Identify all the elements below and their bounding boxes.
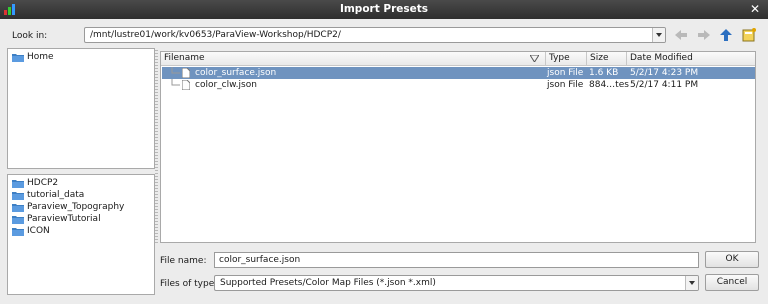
column-header-size[interactable]: Size xyxy=(587,52,627,66)
file-type-value: Supported Presets/Color Map Files (*.jso… xyxy=(220,278,436,288)
recent-folders-panel: HDCP2 tutorial_data Paraview_Topography Par… xyxy=(7,174,155,295)
column-header-type-label: Type xyxy=(549,53,570,63)
chevron-down-icon[interactable] xyxy=(652,28,665,42)
cancel-button[interactable]: Cancel xyxy=(705,274,759,291)
title-bar: Import Presets ✕ xyxy=(0,0,768,19)
file-name-value: color_surface.json xyxy=(219,255,301,265)
folder-icon xyxy=(12,54,24,62)
file-name-input[interactable]: color_surface.json xyxy=(214,252,699,268)
file-type-select[interactable]: Supported Presets/Color Map Files (*.jso… xyxy=(214,275,699,291)
back-arrow-icon[interactable] xyxy=(673,27,689,43)
document-icon xyxy=(182,68,190,78)
sort-indicator-icon xyxy=(530,55,539,62)
file-name-cell: color_clw.json xyxy=(195,80,257,90)
new-folder-icon[interactable] xyxy=(741,27,757,43)
column-header-filename-label: Filename xyxy=(164,53,205,63)
splitter-handle[interactable] xyxy=(155,48,158,243)
recent-folder-item-label: Paraview_Topography xyxy=(27,202,125,212)
recent-folder-item-label: ICON xyxy=(27,226,50,236)
file-date-cell: 5/2/17 4:23 PM xyxy=(630,68,699,78)
file-type-label: Files of type: xyxy=(160,279,218,289)
chevron-down-icon[interactable] xyxy=(685,276,698,290)
column-header-filename[interactable]: Filename xyxy=(161,52,546,66)
column-header-date-label: Date Modified xyxy=(630,53,693,63)
file-list: Filename Type Size Date Modified color_s… xyxy=(160,51,756,243)
look-in-label: Look in: xyxy=(12,31,48,41)
folder-icon xyxy=(12,216,24,224)
file-size-cell: 1.6 KB xyxy=(589,68,619,78)
ok-button[interactable]: OK xyxy=(705,251,759,268)
recent-folder-item-label: tutorial_data xyxy=(27,190,85,200)
window-title: Import Presets xyxy=(339,3,429,15)
column-header-date[interactable]: Date Modified xyxy=(627,52,755,66)
file-type-cell: json File xyxy=(547,68,584,78)
folder-icon xyxy=(12,192,24,200)
look-in-path: /mnt/lustre01/work/kv0653/ParaView-Works… xyxy=(90,30,341,40)
column-header-size-label: Size xyxy=(590,53,609,63)
column-header-type[interactable]: Type xyxy=(546,52,587,66)
file-size-cell: 884…tes xyxy=(589,80,629,90)
recent-folder-item-label: ParaviewTutorial xyxy=(27,214,101,224)
folder-icon xyxy=(12,204,24,212)
tree-line-icon xyxy=(171,67,180,74)
forward-arrow-icon[interactable] xyxy=(696,27,712,43)
file-name-label: File name: xyxy=(160,256,207,266)
file-row[interactable]: color_surface.json json File 1.6 KB 5/2/17 … xyxy=(162,67,755,79)
place-item-label: Home xyxy=(27,52,54,62)
recent-folder-item-label: HDCP2 xyxy=(27,178,59,188)
file-name-cell: color_surface.json xyxy=(195,68,277,78)
close-icon[interactable]: ✕ xyxy=(750,2,760,16)
file-type-cell: json File xyxy=(547,80,584,90)
folder-icon xyxy=(12,228,24,236)
file-date-cell: 5/2/17 4:11 PM xyxy=(630,80,699,90)
file-row[interactable]: color_clw.json json File 884…tes 5/2/17 4:1… xyxy=(162,79,755,91)
tree-line-icon xyxy=(171,79,180,86)
look-in-combo[interactable]: /mnt/lustre01/work/kv0653/ParaView-Works… xyxy=(84,27,666,43)
document-icon xyxy=(182,80,190,90)
places-panel: Home xyxy=(7,48,155,169)
up-arrow-icon[interactable] xyxy=(718,27,734,43)
folder-icon xyxy=(12,180,24,188)
